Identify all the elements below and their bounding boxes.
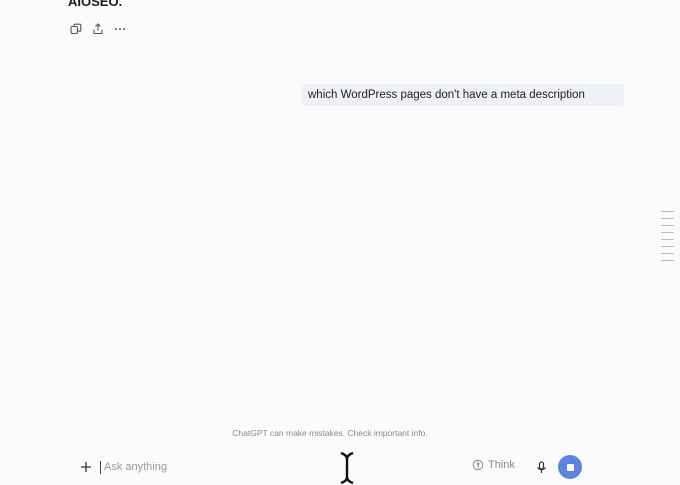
- dictate-button[interactable]: [533, 459, 549, 475]
- disclaimer-text: ChatGPT can make mistakes. Check importa…: [232, 428, 428, 438]
- plus-icon: [81, 462, 91, 472]
- user-message-text: which WordPress pages don't have a meta …: [308, 89, 585, 101]
- copy-icon[interactable]: [68, 21, 84, 37]
- stop-generating-button[interactable]: [558, 455, 582, 479]
- think-button[interactable]: Think: [472, 459, 515, 471]
- conversation-outline-marker[interactable]: [661, 211, 674, 261]
- share-icon[interactable]: [90, 21, 106, 37]
- chat-window: AIOSEO. which WordPress pages don't have: [0, 0, 680, 485]
- stop-icon: [566, 463, 574, 471]
- assistant-message-text: AIOSEO.: [68, 0, 123, 9]
- prompt-input[interactable]: [100, 460, 324, 474]
- more-icon[interactable]: [112, 21, 128, 37]
- add-attachment-button[interactable]: [76, 457, 96, 477]
- text-cursor-icon: [340, 451, 354, 485]
- think-label: Think: [488, 459, 515, 471]
- message-actions: [68, 21, 128, 37]
- user-message: which WordPress pages don't have a meta …: [302, 84, 624, 106]
- microphone-icon: [536, 460, 546, 473]
- lightbulb-icon: [472, 459, 484, 471]
